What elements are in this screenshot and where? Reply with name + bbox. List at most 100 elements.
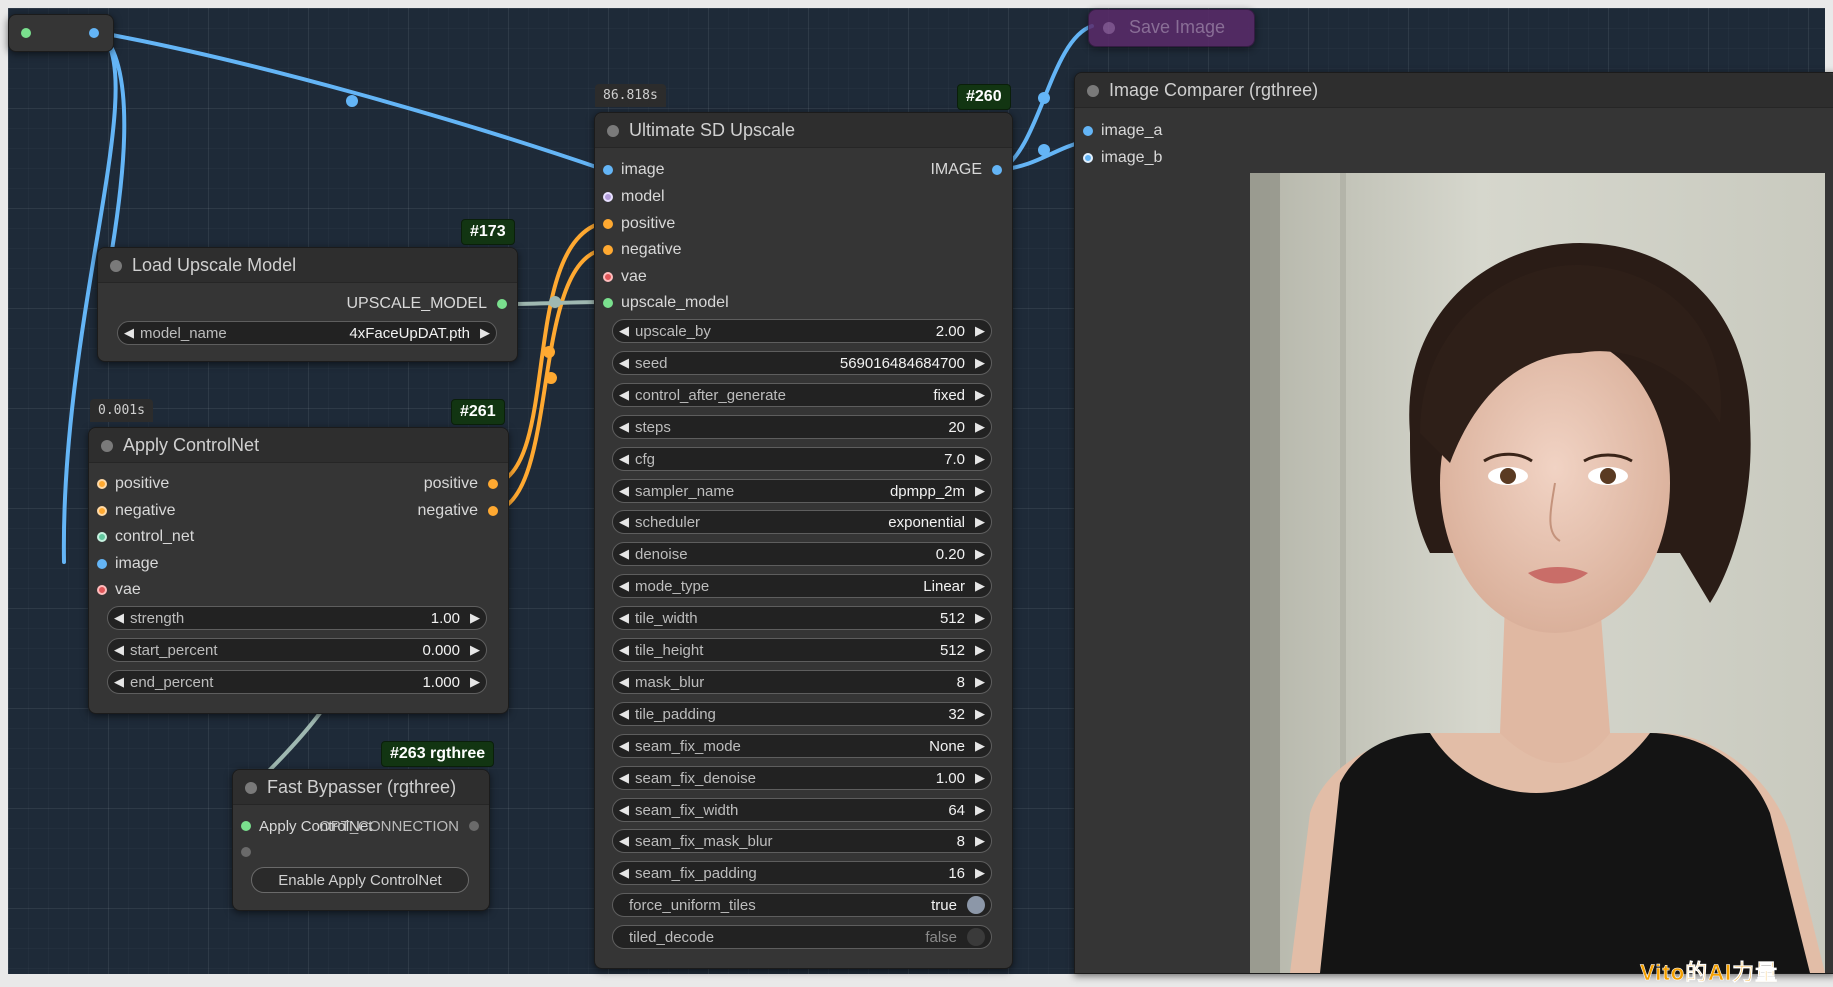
toggle-knob-icon[interactable] — [967, 896, 985, 914]
output-slot-image[interactable]: IMAGE — [930, 159, 1002, 181]
increment-arrow-icon[interactable]: ▶ — [969, 546, 991, 562]
increment-arrow-icon[interactable]: ▶ — [464, 610, 486, 626]
output-slot-opt-connection[interactable]: OPT_CONNECTION — [319, 815, 479, 837]
number-widget-start-percent[interactable]: ◀ start_percent 0.000 ▶ — [107, 638, 487, 662]
decrement-arrow-icon[interactable]: ◀ — [613, 546, 635, 562]
slot-dot[interactable] — [488, 506, 498, 516]
decrement-arrow-icon[interactable]: ◀ — [613, 738, 635, 754]
increment-arrow-icon[interactable]: ▶ — [969, 578, 991, 594]
input-slot-vae[interactable]: vae — [97, 579, 141, 601]
slot-dot[interactable] — [241, 821, 251, 831]
increment-arrow-icon[interactable]: ▶ — [969, 483, 991, 499]
input-slot-image[interactable]: image — [603, 159, 665, 181]
decrement-arrow-icon[interactable]: ◀ — [108, 642, 130, 658]
reroute-node[interactable] — [8, 14, 114, 52]
number-widget-seam-fix-denoise[interactable]: ◀ seam_fix_denoise 1.00 ▶ — [612, 766, 992, 790]
input-slot-image-a[interactable]: image_a — [1083, 120, 1162, 142]
node-collapse-dot[interactable] — [245, 782, 257, 794]
input-slot-vae[interactable]: vae — [603, 266, 647, 288]
input-slot-model[interactable]: model — [603, 186, 665, 208]
slot-dot[interactable] — [97, 559, 107, 569]
slot-dot[interactable] — [488, 479, 498, 489]
decrement-arrow-icon[interactable]: ◀ — [613, 674, 635, 690]
number-widget-mode-type[interactable]: ◀ mode_type Linear ▶ — [612, 574, 992, 598]
decrement-arrow-icon[interactable]: ◀ — [613, 323, 635, 339]
increment-arrow-icon[interactable]: ▶ — [464, 674, 486, 690]
increment-arrow-icon[interactable]: ▶ — [969, 674, 991, 690]
node-title-bar[interactable]: Apply ControlNet — [89, 428, 508, 463]
slot-dot[interactable] — [603, 192, 613, 202]
slot-dot[interactable] — [97, 506, 107, 516]
decrement-arrow-icon[interactable]: ◀ — [613, 642, 635, 658]
increment-arrow-icon[interactable]: ▶ — [969, 738, 991, 754]
apply-controlnet-node[interactable]: Apply ControlNet positive negative contr… — [88, 427, 509, 714]
increment-arrow-icon[interactable]: ▶ — [969, 387, 991, 403]
node-collapse-dot[interactable] — [110, 260, 122, 272]
decrement-arrow-icon[interactable]: ◀ — [613, 387, 635, 403]
number-widget-control-after-generate[interactable]: ◀ control_after_generate fixed ▶ — [612, 383, 992, 407]
increment-arrow-icon[interactable]: ▶ — [969, 610, 991, 626]
slot-dot[interactable] — [241, 847, 251, 857]
decrement-arrow-icon[interactable]: ◀ — [613, 770, 635, 786]
number-widget-scheduler[interactable]: ◀ scheduler exponential ▶ — [612, 510, 992, 534]
increment-arrow-icon[interactable]: ▶ — [464, 642, 486, 658]
save-image-node[interactable]: Save Image — [1088, 9, 1255, 47]
decrement-arrow-icon[interactable]: ◀ — [613, 483, 635, 499]
input-slot-image-b[interactable]: image_b — [1083, 147, 1162, 169]
node-collapse-dot[interactable] — [607, 125, 619, 137]
decrement-arrow-icon[interactable]: ◀ — [613, 514, 635, 530]
increment-arrow-icon[interactable]: ▶ — [969, 706, 991, 722]
decrement-arrow-icon[interactable]: ◀ — [118, 325, 140, 341]
increment-arrow-icon[interactable]: ▶ — [969, 419, 991, 435]
decrement-arrow-icon[interactable]: ◀ — [613, 451, 635, 467]
number-widget-upscale-by[interactable]: ◀ upscale_by 2.00 ▶ — [612, 319, 992, 343]
ultimate-sd-upscale-node[interactable]: Ultimate SD Upscale image model positive… — [594, 112, 1013, 969]
slot-dot[interactable] — [1083, 153, 1093, 163]
toggle-widget-tiled-decode[interactable]: tiled_decode false — [612, 925, 992, 949]
decrement-arrow-icon[interactable]: ◀ — [613, 355, 635, 371]
number-widget-sampler-name[interactable]: ◀ sampler_name dpmpp_2m ▶ — [612, 479, 992, 503]
toggle-widget-force-uniform-tiles[interactable]: force_uniform_tiles true — [612, 893, 992, 917]
node-title-bar[interactable]: Image Comparer (rgthree) — [1075, 73, 1833, 108]
slot-dot[interactable] — [992, 165, 1002, 175]
load-upscale-model-node[interactable]: Load Upscale Model UPSCALE_MODEL ◀ model… — [97, 247, 518, 362]
node-title-bar[interactable]: Load Upscale Model — [98, 248, 517, 283]
node-collapse-dot[interactable] — [101, 440, 113, 452]
input-slot-negative[interactable]: negative — [603, 239, 682, 261]
slot-dot[interactable] — [603, 272, 613, 282]
slot-dot[interactable] — [97, 532, 107, 542]
number-widget-seed[interactable]: ◀ seed 569016484684700 ▶ — [612, 351, 992, 375]
input-slot-positive[interactable]: positive — [97, 473, 169, 495]
number-widget-denoise[interactable]: ◀ denoise 0.20 ▶ — [612, 542, 992, 566]
slot-dot[interactable] — [469, 821, 479, 831]
enable-apply-controlnet-toggle[interactable]: Enable Apply ControlNet — [251, 867, 469, 893]
output-slot-negative[interactable]: negative — [418, 500, 498, 522]
decrement-arrow-icon[interactable]: ◀ — [613, 706, 635, 722]
increment-arrow-icon[interactable]: ▶ — [474, 325, 496, 341]
number-widget-seam-fix-width[interactable]: ◀ seam_fix_width 64 ▶ — [612, 798, 992, 822]
decrement-arrow-icon[interactable]: ◀ — [613, 833, 635, 849]
increment-arrow-icon[interactable]: ▶ — [969, 642, 991, 658]
number-widget-tile-width[interactable]: ◀ tile_width 512 ▶ — [612, 606, 992, 630]
decrement-arrow-icon[interactable]: ◀ — [613, 578, 635, 594]
slot-dot[interactable] — [603, 245, 613, 255]
reroute-output-slot[interactable] — [89, 28, 99, 38]
increment-arrow-icon[interactable]: ▶ — [969, 865, 991, 881]
toggle-knob-icon[interactable] — [967, 928, 985, 946]
increment-arrow-icon[interactable]: ▶ — [969, 451, 991, 467]
output-slot-upscale-model[interactable]: UPSCALE_MODEL — [347, 293, 507, 315]
decrement-arrow-icon[interactable]: ◀ — [108, 674, 130, 690]
slot-dot[interactable] — [603, 219, 613, 229]
number-widget-tile-padding[interactable]: ◀ tile_padding 32 ▶ — [612, 702, 992, 726]
decrement-arrow-icon[interactable]: ◀ — [613, 865, 635, 881]
input-slot-image[interactable]: image — [97, 553, 159, 575]
input-slot-empty[interactable] — [241, 841, 259, 863]
number-widget-steps[interactable]: ◀ steps 20 ▶ — [612, 415, 992, 439]
increment-arrow-icon[interactable]: ▶ — [969, 802, 991, 818]
reroute-input-slot[interactable] — [21, 28, 31, 38]
slot-dot[interactable] — [497, 299, 507, 309]
node-collapse-dot[interactable] — [1103, 22, 1115, 34]
increment-arrow-icon[interactable]: ▶ — [969, 355, 991, 371]
decrement-arrow-icon[interactable]: ◀ — [108, 610, 130, 626]
input-slot-positive[interactable]: positive — [603, 213, 675, 235]
